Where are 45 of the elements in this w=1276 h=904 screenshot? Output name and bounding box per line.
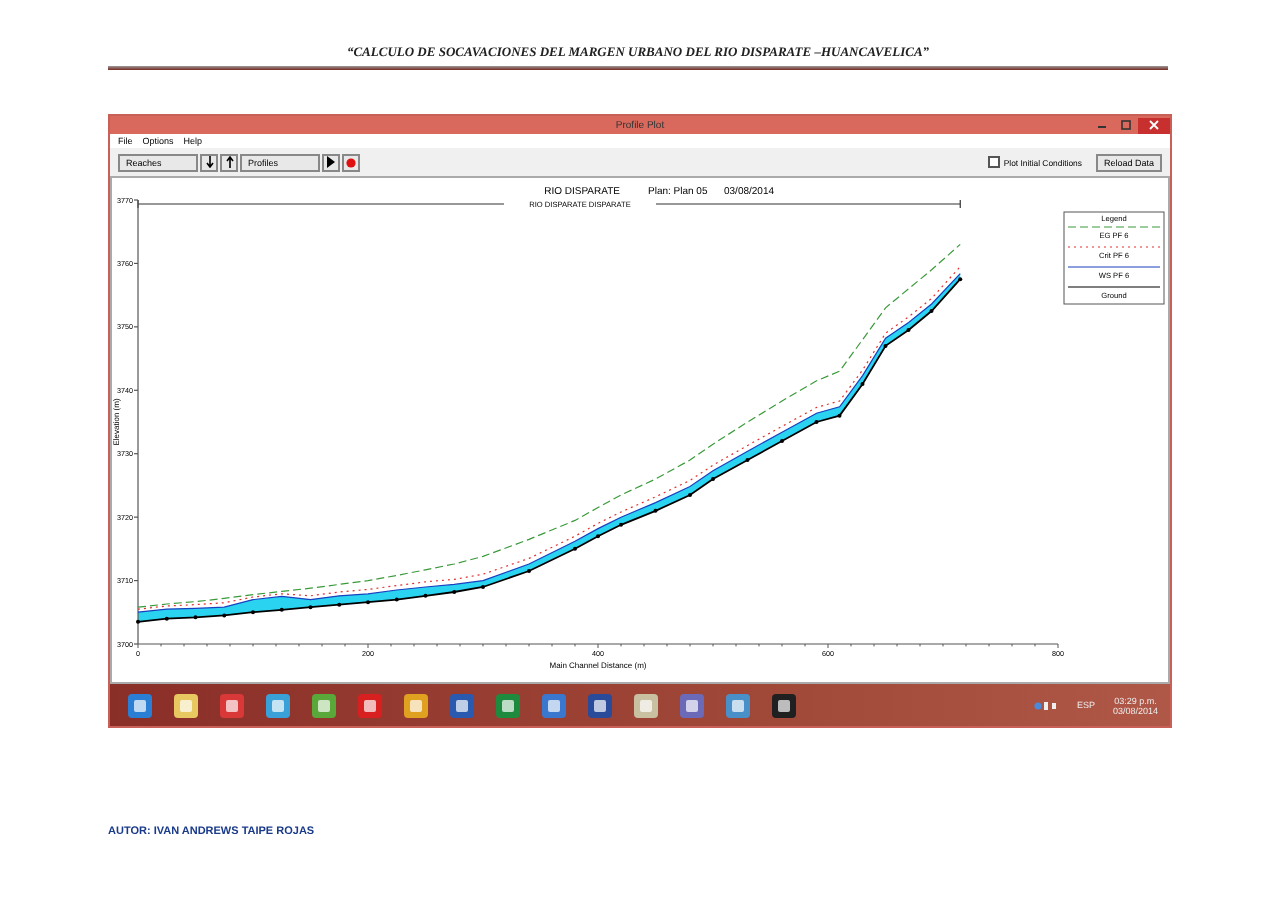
minimize-icon (1096, 120, 1108, 130)
ground-point (423, 593, 428, 598)
app-icon[interactable] (264, 691, 292, 719)
record-button[interactable] (342, 153, 360, 171)
ground-point (164, 616, 169, 621)
ground-point (279, 607, 284, 612)
app-icon[interactable] (218, 691, 246, 719)
app-icon[interactable] (402, 691, 430, 719)
legend-box (1063, 211, 1165, 305)
app-icon[interactable] (448, 691, 476, 719)
ground-point (906, 328, 911, 333)
app-icon[interactable] (356, 691, 384, 719)
close-icon (1148, 120, 1160, 130)
app-icon[interactable] (678, 691, 706, 719)
app-icon[interactable] (126, 691, 154, 719)
ground-point (860, 381, 865, 386)
ground-point (222, 613, 227, 618)
app-icon[interactable] (770, 691, 798, 719)
up-arrow-icon (225, 156, 233, 168)
app-icon[interactable] (494, 691, 522, 719)
ground-point (883, 343, 888, 348)
down-arrow-icon (205, 156, 213, 168)
ground-point (193, 615, 198, 620)
app-icon[interactable] (540, 691, 568, 719)
ground-point (958, 277, 963, 282)
ground-point (745, 458, 750, 463)
close-button[interactable] (1138, 117, 1170, 133)
app-icon[interactable] (724, 691, 752, 719)
ground-point (837, 413, 842, 418)
maximize-icon (1120, 120, 1132, 130)
ground-point (653, 508, 658, 513)
play-icon (326, 156, 336, 168)
down-arrow-button[interactable] (200, 153, 218, 171)
app-icon[interactable] (310, 691, 338, 719)
tray-icons[interactable] (1034, 699, 1059, 711)
app-icon[interactable] (586, 691, 614, 719)
ground-point (394, 597, 399, 602)
checkbox[interactable] (987, 156, 1000, 168)
ground-point (308, 605, 313, 610)
app-icon[interactable] (632, 691, 660, 719)
play-button[interactable] (322, 153, 340, 171)
app-icon[interactable] (172, 691, 200, 719)
record-icon (346, 157, 356, 167)
up-arrow-button[interactable] (220, 153, 238, 171)
ground-point (337, 602, 342, 607)
